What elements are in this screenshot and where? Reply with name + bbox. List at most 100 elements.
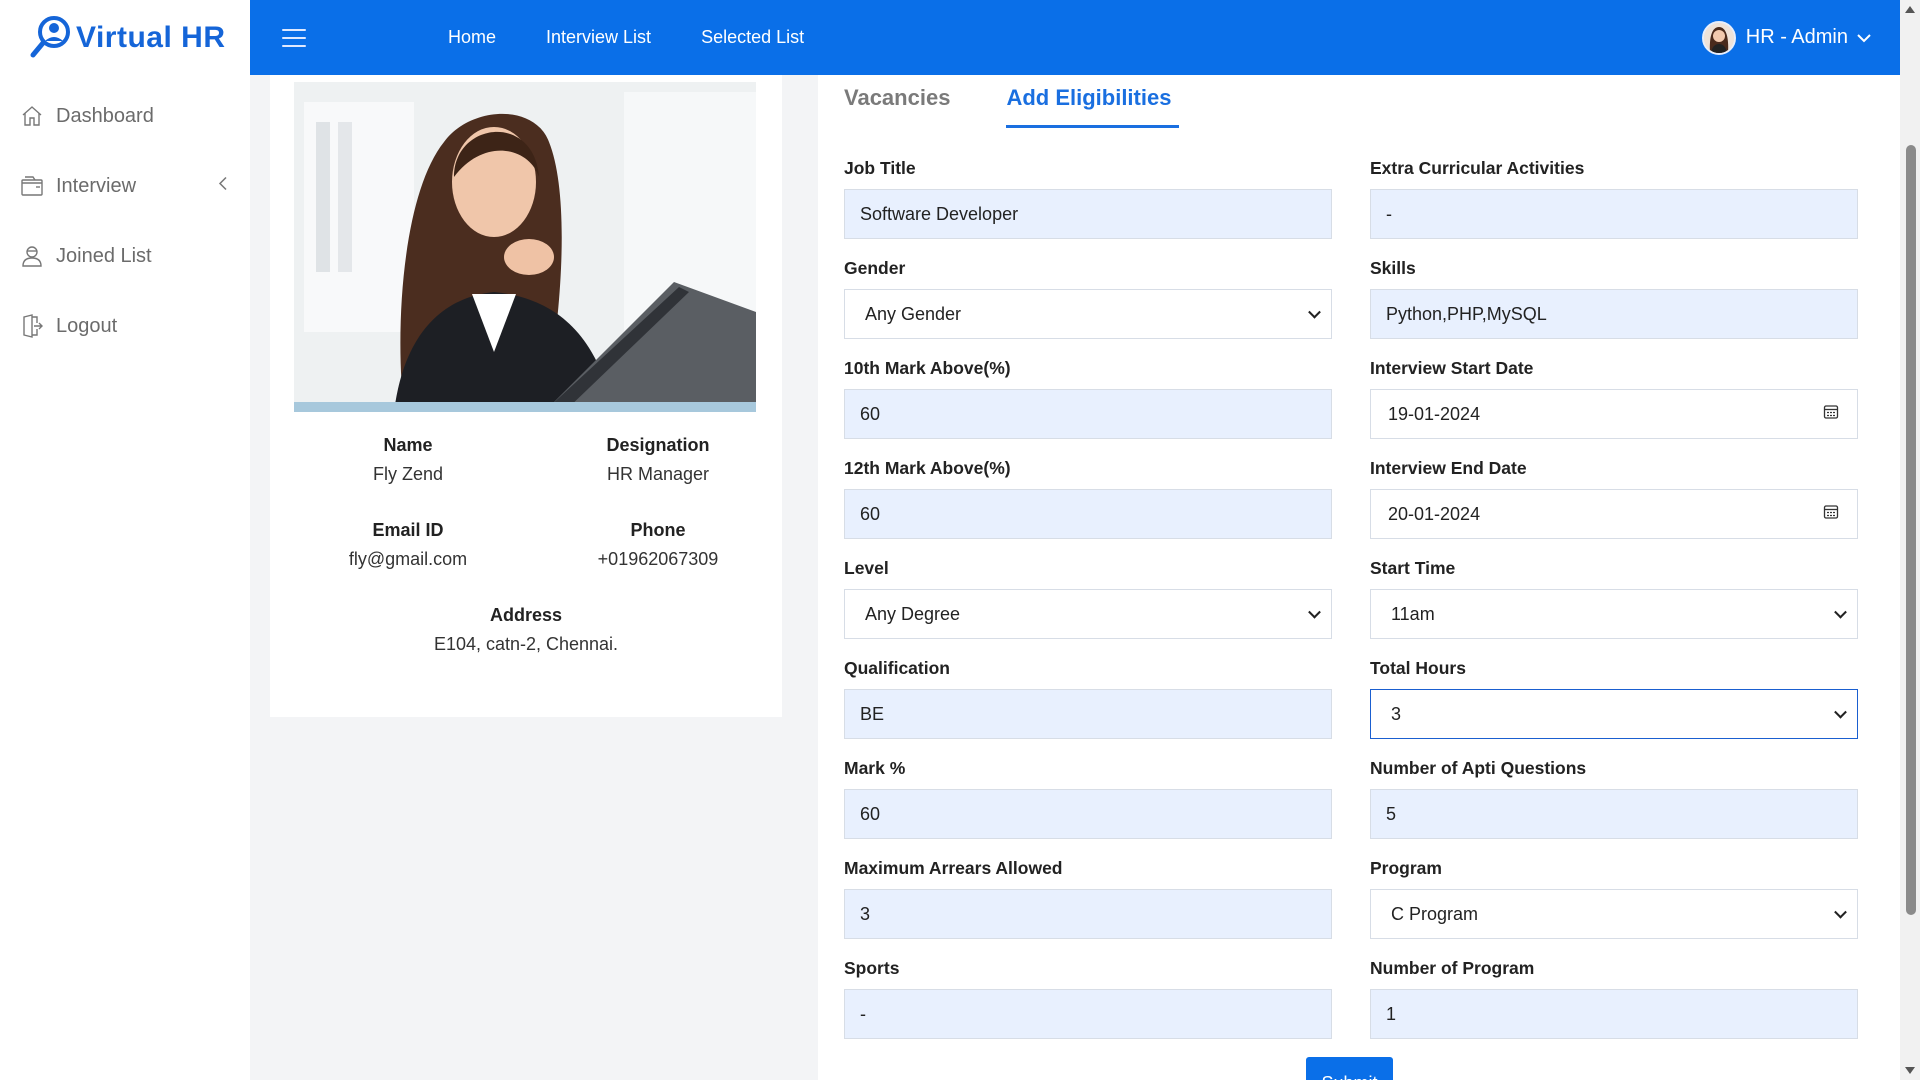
menu-icon[interactable] <box>282 28 306 47</box>
sidebar-item-label: Dashboard <box>56 104 154 127</box>
eligibility-panel: Vacancies Add Eligibilities Job Title So… <box>818 75 1900 1080</box>
start-time-selected-value: 11am <box>1391 603 1435 624</box>
field-label: Number of Apti Questions <box>1370 758 1587 778</box>
extra-curricular-field: Extra Curricular Activities - <box>1370 158 1858 239</box>
qualification-field: Qualification BE <box>844 658 1332 739</box>
chevron-down-icon <box>1308 305 1321 319</box>
calendar-icon[interactable] <box>1823 404 1839 425</box>
field-label: Level <box>844 558 889 578</box>
top-navbar: Home Interview List Selected List HR - A… <box>250 0 1900 75</box>
interview-start-date-field: Interview Start Date 19-01-2024 <box>1370 358 1858 439</box>
number-of-program-input[interactable]: 1 <box>1370 989 1858 1039</box>
twelfth-mark-field: 12th Mark Above(%) 60 <box>844 458 1332 539</box>
user-icon <box>18 242 46 270</box>
address-value: E104, catn-2, Chennai. <box>433 634 619 654</box>
sidebar-item-joined-list[interactable]: Joined List <box>0 221 250 291</box>
field-label: Extra Curricular Activities <box>1370 158 1585 178</box>
profile-card: Name Fly Zend Designation HR Manager Ema… <box>270 75 782 717</box>
page-scrollbar[interactable] <box>1900 0 1920 1080</box>
chevron-down-icon <box>1834 705 1847 719</box>
total-hours-select[interactable]: 3 <box>1370 689 1858 739</box>
field-label: Qualification <box>844 658 950 678</box>
sidebar-nav: Dashboard Interview Joined List Logout <box>0 81 250 361</box>
apti-questions-input[interactable]: 5 <box>1370 789 1858 839</box>
phone-label: Phone <box>630 520 686 540</box>
name-label: Name <box>383 435 433 455</box>
interview-end-date-field: Interview End Date 20-01-2024 <box>1370 458 1858 539</box>
field-label: Interview Start Date <box>1370 358 1534 378</box>
program-field: Program C Program <box>1370 858 1858 939</box>
sidebar-item-interview[interactable]: Interview <box>0 151 250 221</box>
skills-input[interactable]: Python,PHP,MySQL <box>1370 289 1858 339</box>
extra-curricular-input[interactable]: - <box>1370 189 1858 239</box>
chevron-down-icon <box>1834 605 1847 619</box>
scroll-thumb[interactable] <box>1906 145 1916 915</box>
avatar <box>1701 20 1736 55</box>
sports-field: Sports - <box>844 958 1332 1039</box>
interview-end-date-input[interactable]: 20-01-2024 <box>1370 489 1858 539</box>
address-label: Address <box>489 605 563 625</box>
job-title-input[interactable]: Software Developer <box>844 189 1332 239</box>
submit-button[interactable]: Submit <box>1306 1057 1393 1080</box>
nav-link-interview-list[interactable]: Interview List <box>546 27 651 48</box>
total-hours-selected-value: 3 <box>1391 703 1402 724</box>
start-time-select[interactable]: 11am <box>1370 589 1858 639</box>
designation-label: Designation <box>606 435 710 455</box>
nav-link-home[interactable]: Home <box>448 27 496 48</box>
start-time-field: Start Time 11am <box>1370 558 1858 639</box>
user-name: HR - Admin <box>1745 26 1848 48</box>
field-label: Number of Program <box>1370 958 1535 978</box>
skills-field: Skills Python,PHP,MySQL <box>1370 258 1858 339</box>
gender-selected-value: Any Gender <box>865 303 962 324</box>
user-search-icon <box>28 15 74 61</box>
user-menu[interactable]: HR - Admin <box>1701 0 1872 75</box>
designation-value: HR Manager <box>606 464 710 484</box>
email-value: fly@gmail.com <box>348 549 468 569</box>
level-select[interactable]: Any Degree <box>844 589 1332 639</box>
mark-percent-input[interactable]: 60 <box>844 789 1332 839</box>
tenth-mark-input[interactable]: 60 <box>844 389 1332 439</box>
mark-percent-field: Mark % 60 <box>844 758 1332 839</box>
scroll-down-icon[interactable] <box>1905 1067 1915 1074</box>
sidebar-item-dashboard[interactable]: Dashboard <box>0 81 250 151</box>
sidebar-item-logout[interactable]: Logout <box>0 291 250 361</box>
field-label: Job Title <box>844 158 916 178</box>
home-icon <box>18 102 46 130</box>
profile-photo <box>294 82 756 412</box>
interview-start-date-input[interactable]: 19-01-2024 <box>1370 389 1858 439</box>
profile-email: Email ID fly@gmail.com <box>290 520 526 570</box>
twelfth-mark-input[interactable]: 60 <box>844 489 1332 539</box>
start-date-value: 19-01-2024 <box>1388 403 1481 424</box>
calendar-icon[interactable] <box>1823 504 1839 525</box>
field-label: Total Hours <box>1370 658 1466 678</box>
tab-add-eligibilities[interactable]: Add Eligibilities <box>1006 85 1180 128</box>
field-label: Maximum Arrears Allowed <box>844 858 1063 878</box>
field-label: 12th Mark Above(%) <box>844 458 1011 478</box>
field-label: Skills <box>1370 258 1416 278</box>
field-label: Gender <box>844 258 906 278</box>
profile-name: Name Fly Zend <box>290 435 526 485</box>
profile-designation: Designation HR Manager <box>540 435 776 485</box>
sports-input[interactable]: - <box>844 989 1332 1039</box>
sidebar-item-label: Joined List <box>56 244 152 267</box>
max-arrears-field: Maximum Arrears Allowed 3 <box>844 858 1332 939</box>
panel-tabs: Vacancies Add Eligibilities <box>844 85 1235 128</box>
brand-logo[interactable]: Virtual HR <box>0 0 250 75</box>
folder-icon <box>18 172 46 200</box>
job-title-field: Job Title Software Developer <box>844 158 1332 239</box>
tab-vacancies[interactable]: Vacancies <box>844 85 950 128</box>
field-label: 10th Mark Above(%) <box>844 358 1011 378</box>
tenth-mark-field: 10th Mark Above(%) 60 <box>844 358 1332 439</box>
chevron-left-icon[interactable] <box>218 175 228 198</box>
field-label: Program <box>1370 858 1442 878</box>
email-label: Email ID <box>372 520 444 540</box>
profile-address: Address E104, catn-2, Chennai. <box>408 605 644 655</box>
max-arrears-input[interactable]: 3 <box>844 889 1332 939</box>
name-value: Fly Zend <box>372 464 444 484</box>
nav-link-selected-list[interactable]: Selected List <box>701 27 804 48</box>
scroll-up-icon[interactable] <box>1905 6 1915 13</box>
qualification-input[interactable]: BE <box>844 689 1332 739</box>
brand-name: Virtual HR <box>76 20 226 54</box>
gender-select[interactable]: Any Gender <box>844 289 1332 339</box>
program-select[interactable]: C Program <box>1370 889 1858 939</box>
